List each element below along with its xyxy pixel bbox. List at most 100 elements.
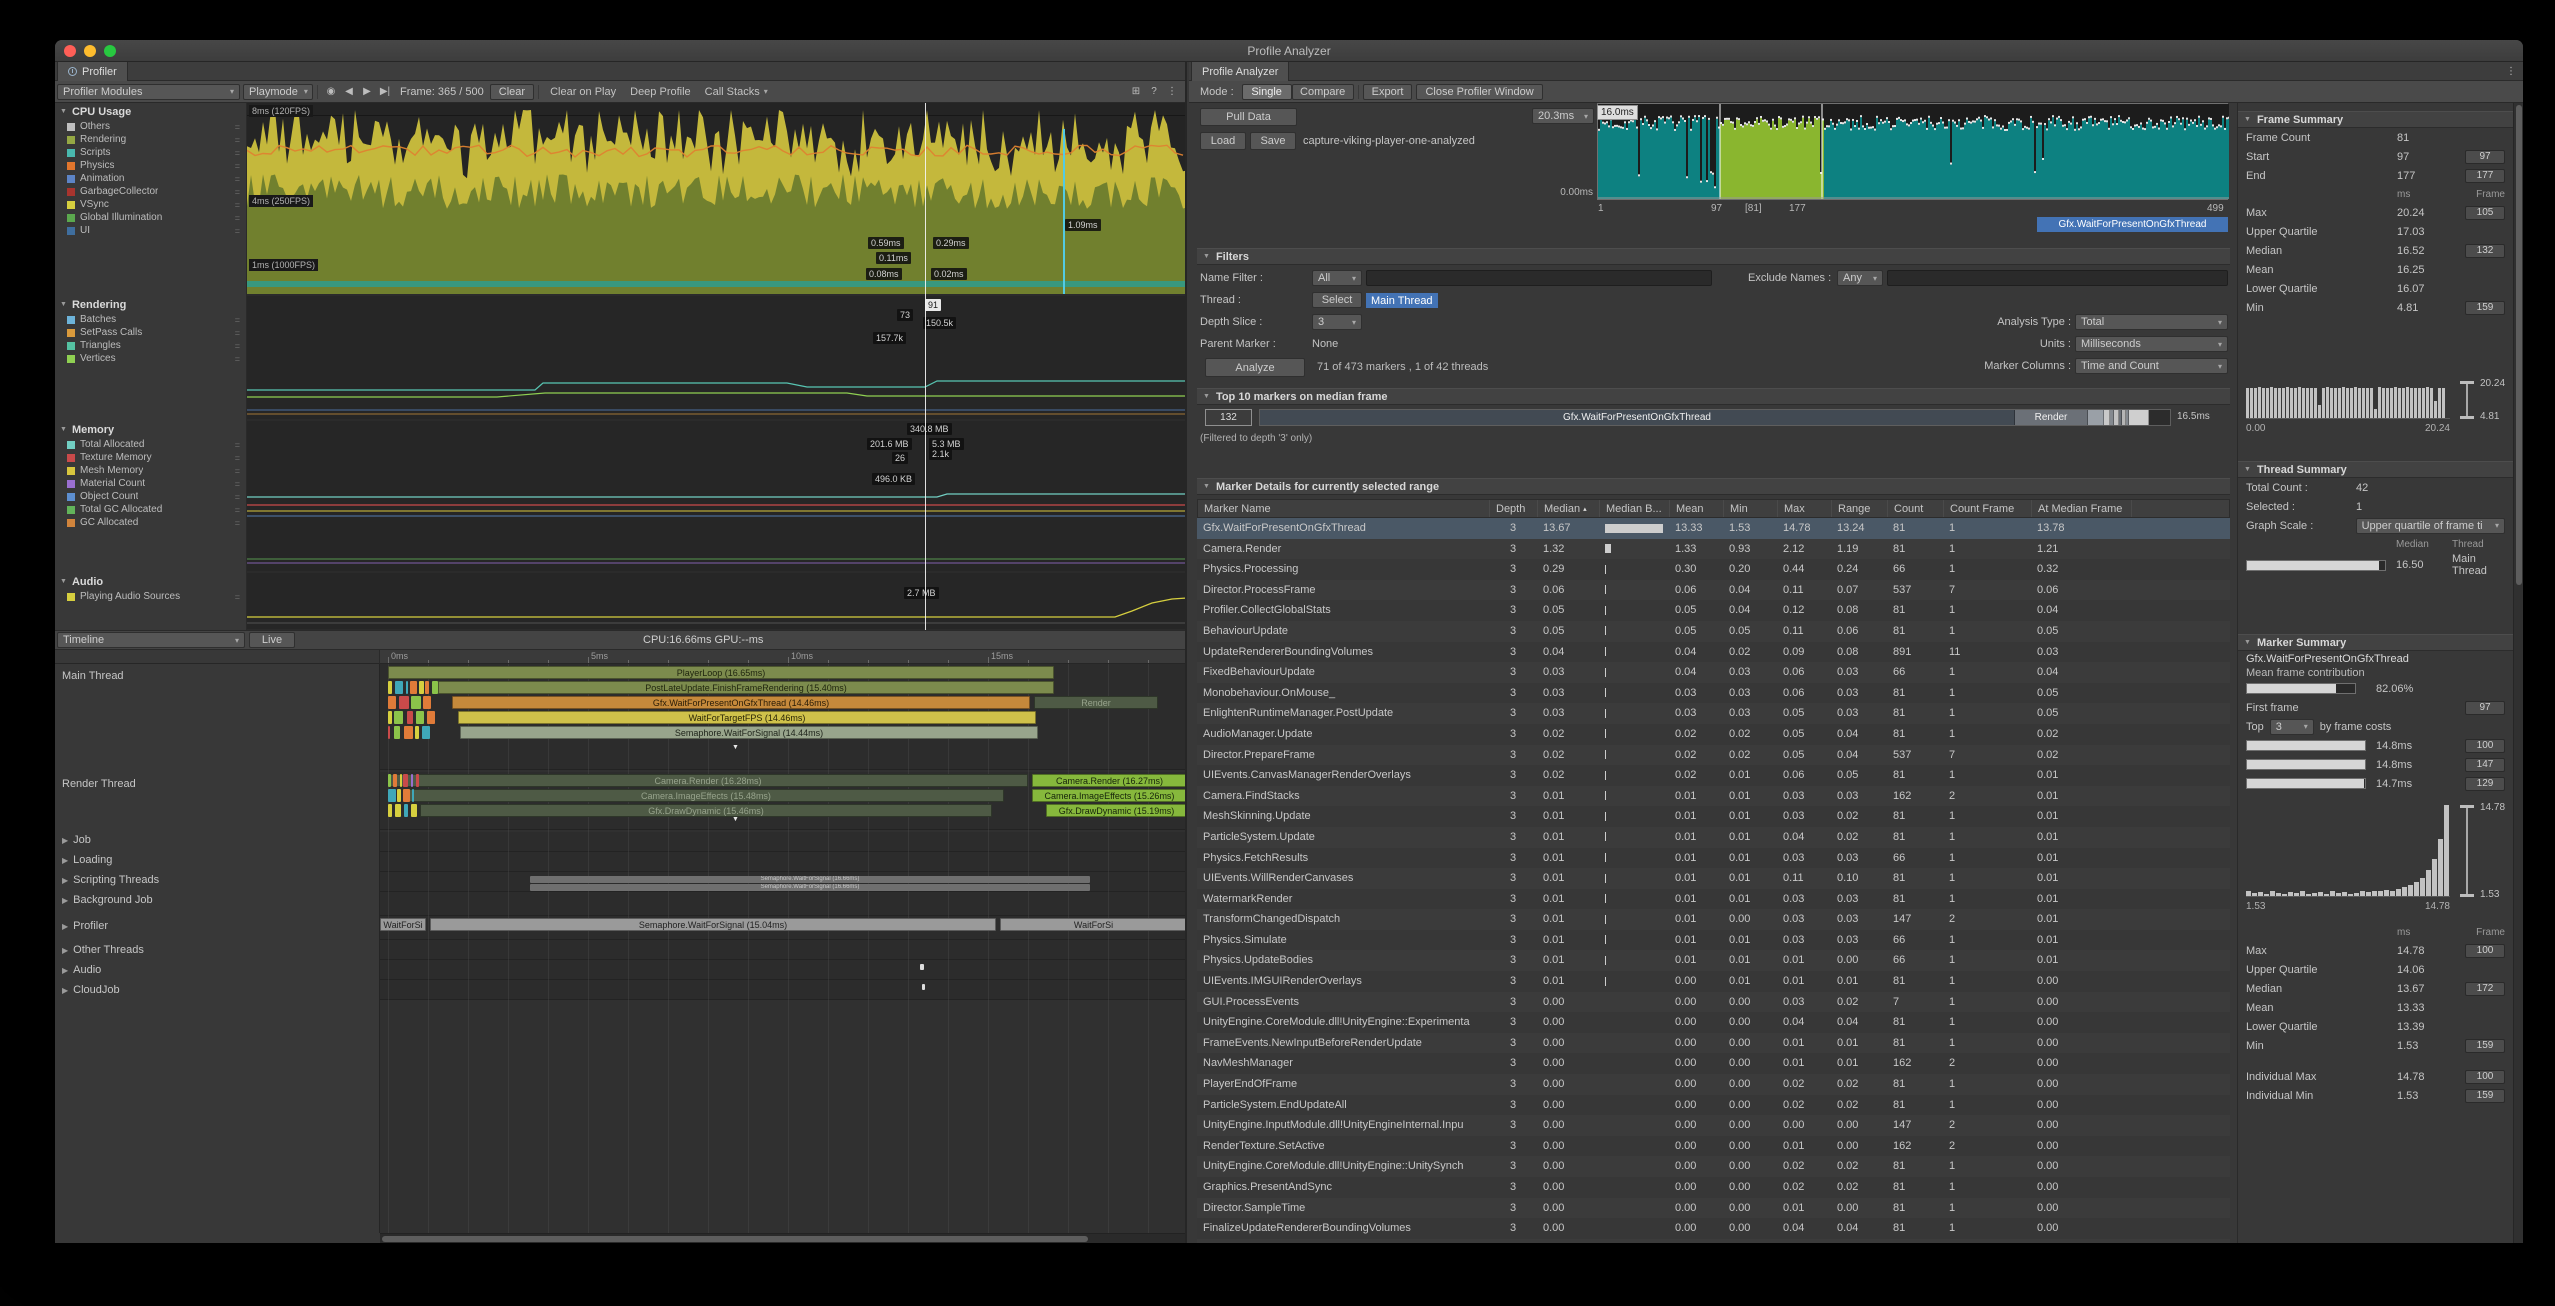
table-row[interactable]: RenderTexture.SetActive30.000.000.000.01… xyxy=(1197,1136,2230,1157)
table-row[interactable]: WatermarkRender30.010.010.010.030.038110… xyxy=(1197,889,2230,910)
table-row[interactable]: UIEvents.WillRenderCanvases30.010.010.01… xyxy=(1197,868,2230,889)
timeline-bar-gfx-drawdynamic-15-46ms[interactable]: Gfx.DrawDynamic (15.46ms) xyxy=(420,804,992,817)
thread-label-scripting-threads[interactable]: ▶Scripting Threads xyxy=(62,874,375,886)
frame-time-chart[interactable]: 16.0ms xyxy=(1597,103,2228,200)
record-icon[interactable]: ◉ xyxy=(322,84,340,100)
column-header-median[interactable]: Median▴ xyxy=(1538,500,1600,517)
timeline-bar-gfx-drawdynamic-15-19ms[interactable]: Gfx.DrawDynamic (15.19ms) xyxy=(1046,804,1185,817)
timeline-bar-camera-imageeffects-15-48ms[interactable]: Camera.ImageEffects (15.48ms) xyxy=(408,789,1004,802)
legend-item-vertices[interactable]: Vertices= xyxy=(55,352,246,365)
timeline-bar-camera-render-16-28ms[interactable]: Camera.Render (16.28ms) xyxy=(388,774,1028,787)
analyze-button[interactable]: Analyze xyxy=(1205,358,1305,377)
pull-data-button[interactable]: Pull Data xyxy=(1200,108,1297,126)
next-frame-button[interactable]: ▶ xyxy=(358,84,376,100)
memory-chart[interactable]: 340.8 MB201.6 MB5.3 MB2.1k26496.0 KB xyxy=(247,421,1185,571)
frame-button[interactable]: 147 xyxy=(2465,758,2505,772)
module-header-audio[interactable]: ▼Audio xyxy=(55,573,246,590)
frame-button[interactable]: 177 xyxy=(2465,169,2505,183)
range-selector[interactable] xyxy=(2458,381,2476,419)
timeline-scrollbar[interactable] xyxy=(380,1233,1185,1243)
collapsed-group-icon[interactable]: ▼ xyxy=(732,816,739,823)
help-icon[interactable]: ? xyxy=(1145,84,1163,100)
table-row[interactable]: Camera.FindStacks30.010.010.010.030.0316… xyxy=(1197,786,2230,807)
mode-compare-button[interactable]: Compare xyxy=(1292,84,1354,100)
table-row[interactable]: FrameEvents.NewInputBeforeRenderUpdate30… xyxy=(1197,1033,2230,1054)
table-row[interactable]: UnityEngine.CoreModule.dll!UnityEngine::… xyxy=(1197,1012,2230,1033)
exclude-mode-dropdown[interactable]: Any▾ xyxy=(1837,270,1883,286)
timeline-bar-camera-render-16-27ms[interactable]: Camera.Render (16.27ms) xyxy=(1032,774,1185,787)
section-header-marker-details[interactable]: ▼Marker Details for currently selected r… xyxy=(1197,478,2230,495)
frame-button[interactable]: 105 xyxy=(2465,206,2505,220)
thread-row-main-thread[interactable]: 16.50Main Thread xyxy=(2238,553,2513,572)
legend-item-mesh-memory[interactable]: Mesh Memory= xyxy=(55,464,246,477)
save-button[interactable]: Save xyxy=(1250,132,1296,150)
depth-slice-dropdown[interactable]: 3▾ xyxy=(1312,314,1362,330)
section-header-frame-summary[interactable]: ▼Frame Summary xyxy=(2238,111,2513,128)
range-handle-top[interactable] xyxy=(2460,805,2474,808)
thread-label-job[interactable]: ▶Job xyxy=(62,834,375,846)
legend-item-object-count[interactable]: Object Count= xyxy=(55,490,246,503)
mode-single-button[interactable]: Single xyxy=(1242,84,1292,100)
name-filter-mode-dropdown[interactable]: All▾ xyxy=(1312,270,1362,286)
cpu-usage-chart[interactable]: 8ms (120FPS) 4ms (250FPS) 1ms (1000FPS) … xyxy=(247,103,1185,294)
column-header-min[interactable]: Min xyxy=(1724,500,1778,517)
timeline-ruler[interactable]: 0ms5ms10ms15ms xyxy=(380,650,1185,664)
thread-select-button[interactable]: Select xyxy=(1312,292,1362,308)
legend-item-batches[interactable]: Batches= xyxy=(55,313,246,326)
table-row[interactable]: Profiler.CollectGlobalStats30.050.050.04… xyxy=(1197,600,2230,621)
range-selector[interactable] xyxy=(2458,805,2476,897)
column-header-mean[interactable]: Mean xyxy=(1670,500,1724,517)
timeline-bar-semaphore-waitforsignal-14-44ms[interactable]: Semaphore.WaitForSignal (14.44ms) xyxy=(460,726,1038,739)
section-header-thread-summary[interactable]: ▼Thread Summary xyxy=(2238,461,2513,478)
table-row[interactable]: Director.ProcessFrame30.060.060.040.110.… xyxy=(1197,580,2230,601)
table-row[interactable]: Physics.UpdateBodies30.010.010.010.010.0… xyxy=(1197,950,2230,971)
legend-item-triangles[interactable]: Triangles= xyxy=(55,339,246,352)
profiler-modules-dropdown[interactable]: Profiler Modules▾ xyxy=(57,84,240,100)
range-handle-bottom[interactable] xyxy=(2460,416,2474,419)
top10-segment[interactable] xyxy=(2088,410,2104,425)
clear-on-play-toggle[interactable]: Clear on Play xyxy=(543,86,623,98)
timeline-view-dropdown[interactable]: Timeline▾ xyxy=(57,632,245,648)
legend-item-total-gc-allocated[interactable]: Total GC Allocated= xyxy=(55,503,246,516)
frame-button[interactable]: 132 xyxy=(2465,244,2505,258)
legend-item-others[interactable]: Others= xyxy=(55,120,246,133)
frame-button[interactable]: 159 xyxy=(2465,1089,2505,1103)
frame-button[interactable]: 97 xyxy=(2465,701,2505,715)
menu-icon[interactable]: ⋮ xyxy=(2502,63,2520,79)
column-header-count[interactable]: Count xyxy=(1888,500,1944,517)
tab-profiler[interactable]: Profiler xyxy=(57,62,128,81)
column-header-range[interactable]: Range xyxy=(1832,500,1888,517)
top10-stacked-bar[interactable]: Gfx.WaitForPresentOnGfxThreadRender xyxy=(1259,409,2171,426)
table-row[interactable]: Physics.Simulate30.010.010.010.030.03661… xyxy=(1197,930,2230,951)
table-row[interactable]: Physics.Processing30.290.300.200.440.246… xyxy=(1197,559,2230,580)
table-row[interactable]: FixedBehaviourUpdate30.030.040.030.060.0… xyxy=(1197,662,2230,683)
call-stacks-toggle[interactable]: Call Stacks▾ xyxy=(698,86,775,98)
legend-item-gc-allocated[interactable]: GC Allocated= xyxy=(55,516,246,529)
table-row[interactable]: PlayerEndOfFrame30.000.000.000.020.02811… xyxy=(1197,1074,2230,1095)
table-row[interactable]: Director.PrepareFrame30.020.020.020.050.… xyxy=(1197,745,2230,766)
thread-label-cloudjob[interactable]: ▶CloudJob xyxy=(62,984,375,996)
timeline-bar-waitfortargetfps-14-46ms[interactable]: WaitForTargetFPS (14.46ms) xyxy=(458,711,1036,724)
frame-button[interactable]: 172 xyxy=(2465,982,2505,996)
live-button[interactable]: Live xyxy=(249,632,295,648)
thread-label-background-job[interactable]: ▶Background Job xyxy=(62,894,375,906)
legend-item-total-allocated[interactable]: Total Allocated= xyxy=(55,438,246,451)
marker-columns-dropdown[interactable]: Time and Count▾ xyxy=(2075,358,2228,374)
top-n-dropdown[interactable]: 3▾ xyxy=(2270,719,2314,735)
prev-frame-button[interactable]: ◀ xyxy=(340,84,358,100)
table-row[interactable]: ParticleSystem.Update30.010.010.010.040.… xyxy=(1197,827,2230,848)
table-row[interactable]: EnlightenRuntimeManager.PostUpdate30.030… xyxy=(1197,703,2230,724)
column-header-depth[interactable]: Depth xyxy=(1490,500,1538,517)
column-header-marker-name[interactable]: Marker Name xyxy=(1198,500,1490,517)
column-header-count-frame[interactable]: Count Frame xyxy=(1944,500,2032,517)
selected-thread-chip[interactable]: Main Thread xyxy=(1366,293,1438,308)
module-header-cpu-usage[interactable]: ▼CPU Usage xyxy=(55,103,246,120)
legend-item-material-count[interactable]: Material Count= xyxy=(55,477,246,490)
median-frame-box[interactable]: 132 xyxy=(1205,409,1252,426)
column-header-at-median-frame[interactable]: At Median Frame xyxy=(2032,500,2132,517)
units-dropdown[interactable]: Milliseconds▾ xyxy=(2075,336,2228,352)
table-row[interactable]: UIEvents.CanvasManagerRenderOverlays30.0… xyxy=(1197,765,2230,786)
legend-item-texture-memory[interactable]: Texture Memory= xyxy=(55,451,246,464)
legend-item-ui[interactable]: UI= xyxy=(55,224,246,237)
name-filter-input[interactable] xyxy=(1366,270,1712,286)
